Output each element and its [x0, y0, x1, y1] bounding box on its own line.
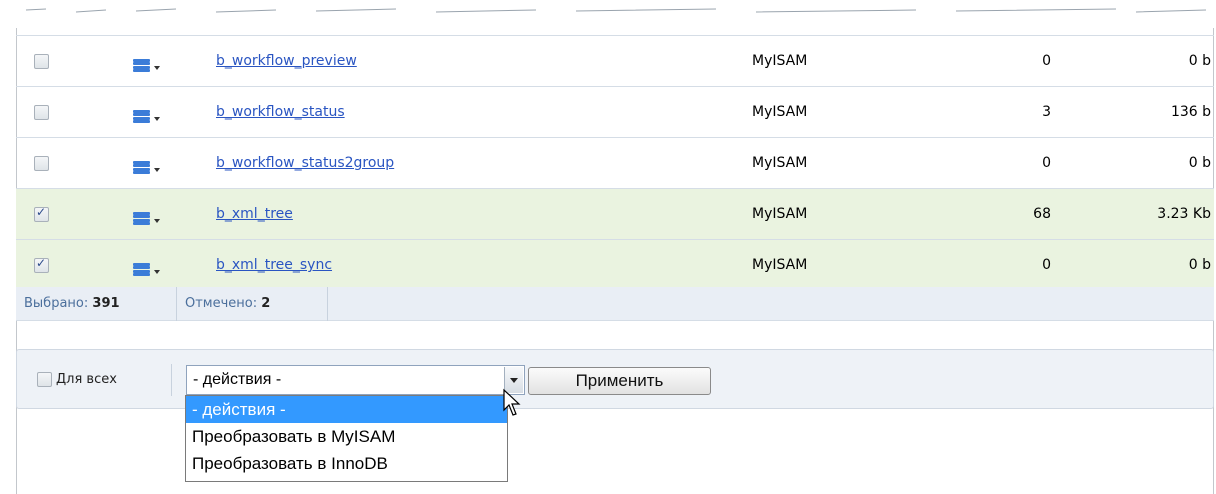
summary-bar: Выбрано: 391 Отмечено: 2 [16, 287, 1214, 321]
for-all-toggle[interactable]: Для всех [37, 372, 117, 387]
tables-list: b_workflow_preview MyISAM 0 0 b b_workflow_s… [16, 35, 1214, 291]
size-cell: 3.23 Kb [1157, 206, 1211, 222]
engine-cell: MyISAM [752, 206, 808, 222]
actions-divider [171, 364, 172, 396]
table-row: b_xml_tree MyISAM 68 3.23 Kb [16, 188, 1214, 240]
list-menu-icon [133, 109, 150, 124]
list-menu-icon [133, 160, 150, 175]
apply-button[interactable]: Применить [528, 367, 711, 395]
row-menu-button[interactable] [133, 58, 160, 73]
chevron-down-icon [154, 269, 160, 274]
table-name-link[interactable]: b_workflow_preview [216, 53, 357, 69]
action-option[interactable]: Преобразовать в InnoDB [186, 450, 507, 477]
table-row: b_workflow_status2group MyISAM 0 0 b [16, 137, 1214, 189]
mouse-cursor-icon [503, 388, 521, 416]
for-all-label: Для всех [56, 372, 117, 387]
rows-count-cell: 0 [1042, 53, 1051, 69]
action-option[interactable]: - действия - [186, 396, 507, 423]
action-option[interactable]: Преобразовать в MyISAM [186, 423, 507, 450]
chevron-down-icon [154, 65, 160, 70]
summary-divider [327, 287, 328, 321]
list-menu-icon [133, 211, 150, 226]
row-checkbox[interactable] [34, 205, 49, 222]
list-menu-icon [133, 58, 150, 73]
size-cell: 136 b [1170, 104, 1211, 120]
chevron-down-icon [154, 167, 160, 172]
list-menu-icon [133, 262, 150, 277]
for-all-checkbox[interactable] [37, 372, 52, 387]
row-menu-button[interactable] [133, 109, 160, 124]
action-select[interactable]: - действия - [186, 365, 525, 395]
engine-cell: MyISAM [752, 104, 808, 120]
row-checkbox[interactable] [34, 256, 49, 273]
row-checkbox[interactable] [34, 53, 49, 69]
torn-top-edge [16, 0, 1214, 28]
row-checkbox[interactable] [34, 155, 49, 171]
row-menu-button[interactable] [133, 160, 160, 175]
row-menu-button[interactable] [133, 262, 160, 277]
engine-cell: MyISAM [752, 257, 808, 273]
table-name-link[interactable]: b_xml_tree_sync [216, 257, 332, 273]
table-row: b_workflow_status MyISAM 3 136 b [16, 86, 1214, 138]
engine-cell: MyISAM [752, 53, 808, 69]
table-row: b_workflow_preview MyISAM 0 0 b [16, 35, 1214, 87]
selected-count: Выбрано: 391 [24, 296, 120, 311]
rows-count-cell: 0 [1042, 155, 1051, 171]
action-dropdown-list: - действия - Преобразовать в MyISAM Преобр… [185, 395, 508, 482]
table-row: b_xml_tree_sync MyISAM 0 0 b [16, 239, 1214, 291]
rows-count-cell: 3 [1042, 104, 1051, 120]
chevron-down-icon [154, 218, 160, 223]
table-name-link[interactable]: b_xml_tree [216, 206, 293, 222]
rows-count-cell: 0 [1042, 257, 1051, 273]
table-name-link[interactable]: b_workflow_status [216, 104, 345, 120]
table-name-link[interactable]: b_workflow_status2group [216, 155, 394, 171]
rows-count-cell: 68 [1033, 206, 1051, 222]
row-checkbox[interactable] [34, 104, 49, 120]
marked-count: Отмечено: 2 [185, 296, 271, 311]
size-cell: 0 b [1188, 257, 1211, 273]
action-select-value: - действия - [193, 371, 282, 388]
chevron-down-icon [154, 116, 160, 121]
size-cell: 0 b [1188, 53, 1211, 69]
engine-cell: MyISAM [752, 155, 808, 171]
size-cell: 0 b [1188, 155, 1211, 171]
row-menu-button[interactable] [133, 211, 160, 226]
